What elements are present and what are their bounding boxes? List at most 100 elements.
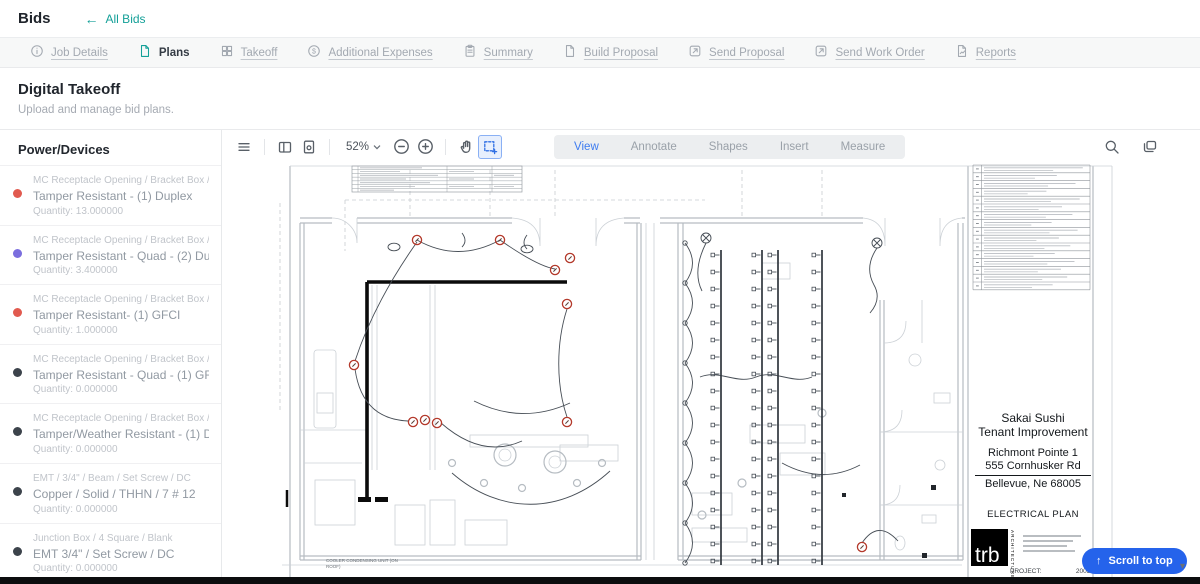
tab-summary[interactable]: Summary (463, 44, 533, 61)
tab-additional-expenses[interactable]: $ Additional Expenses (307, 44, 432, 61)
tab-label: Reports (976, 47, 1016, 59)
list-item[interactable]: MC Receptacle Opening / Bracket Box / Sn… (0, 344, 221, 404)
tab-job-details[interactable]: Job Details (30, 44, 108, 61)
item-label: Tamper Resistant - (1) Duplex (33, 189, 209, 205)
search-icon (1104, 139, 1120, 155)
comments-panel-button[interactable] (1138, 135, 1162, 159)
tab-label: Job Details (51, 47, 108, 59)
list-item[interactable]: MC Receptacle Opening / Bracket Box / Sn… (0, 165, 221, 225)
mode-tab-annotate[interactable]: Annotate (615, 137, 693, 157)
plan-viewer: 52% ViewAnnotateShapesInsertMeasure (222, 130, 1200, 577)
tab-plans[interactable]: Plans (138, 44, 190, 61)
list-item[interactable]: EMT / 3/4" / Beam / Set Screw / DCCopper… (0, 463, 221, 523)
item-color-dot (13, 189, 22, 198)
page-preview-button[interactable] (297, 135, 321, 159)
mode-tab-view[interactable]: View (558, 137, 615, 157)
page-icon (138, 44, 152, 61)
toolbar-divider (264, 139, 265, 155)
page-title: Bids (18, 10, 51, 27)
tab-send-proposal[interactable]: Send Proposal (688, 44, 784, 61)
zoom-in-icon (417, 138, 434, 155)
project-number-row: PROJECT: 20034 (1010, 568, 1094, 575)
back-to-all-bids-link[interactable]: ← All Bids (85, 12, 146, 26)
scrollbar-down-arrow[interactable]: ▾ (1180, 561, 1185, 572)
toolbar-divider (329, 139, 330, 155)
trb-logo: trb (971, 529, 1008, 566)
titleblock-client: Sakai Sushi (975, 412, 1091, 426)
tab-label: Takeoff (241, 47, 278, 59)
tab-build-proposal[interactable]: Build Proposal (563, 44, 658, 61)
tab-label: Additional Expenses (328, 47, 432, 59)
page-icon (563, 44, 577, 61)
search-button[interactable] (1100, 135, 1124, 159)
plan-canvas[interactable]: Sakai Sushi Tenant Improvement Richmont … (222, 163, 1200, 577)
bottom-edge-strip (0, 577, 1200, 584)
grid-icon (220, 44, 234, 61)
side-panel-toggle-button[interactable] (273, 135, 297, 159)
sheet-title-block: Sakai Sushi Tenant Improvement Richmont … (975, 412, 1091, 520)
item-label: Tamper/Weather Resistant - (1) Duplex wi… (33, 427, 209, 443)
send-box-icon (688, 44, 702, 61)
list-item[interactable]: MC Receptacle Opening / Bracket Box / Sn… (0, 225, 221, 285)
back-arrow-icon: ← (85, 12, 99, 26)
tab-takeoff[interactable]: Takeoff (220, 44, 278, 61)
item-label: Tamper Resistant - Quad - (2) Duplex (33, 249, 209, 265)
zoom-out-icon (393, 138, 410, 155)
thumbnails-menu-button[interactable] (232, 135, 256, 159)
titleblock-address-3: Bellevue, Ne 68005 (975, 476, 1091, 491)
marquee-select-icon (482, 139, 498, 155)
titleblock-address-2: 555 Cornhusker Rd (975, 460, 1091, 476)
info-circle-icon (30, 44, 44, 61)
item-label: Tamper Resistant- (1) GFCI (33, 308, 209, 324)
list-item[interactable]: MC Receptacle Opening / Bracket Box / Sn… (0, 403, 221, 463)
takeoff-items-list: MC Receptacle Opening / Bracket Box / Sn… (0, 165, 221, 577)
svg-text:$: $ (313, 49, 317, 56)
architect-logo-block: trb ARCHITECTURE (971, 529, 1093, 569)
dollar-circle-icon: $ (307, 44, 321, 61)
section-title: Digital Takeoff (18, 81, 1182, 98)
item-color-dot (13, 368, 22, 377)
item-quantity: Quantity: 13.000000 (33, 206, 209, 217)
cooler-note-label: COOLER CONDENSING UNIT (ON ROOF) (326, 558, 398, 569)
scroll-to-top-button[interactable]: ↑ Scroll to top (1082, 548, 1187, 574)
item-label: Tamper Resistant - Quad - (1) GFCI + (1)… (33, 368, 209, 384)
tab-send-work-order[interactable]: Send Work Order (814, 44, 924, 61)
mode-tab-shapes[interactable]: Shapes (693, 137, 764, 157)
zoom-out-button[interactable] (389, 135, 413, 159)
item-color-dot (13, 487, 22, 496)
marquee-select-tool-button[interactable] (478, 135, 502, 159)
zoom-in-button[interactable] (413, 135, 437, 159)
architect-address-lines (1023, 535, 1081, 555)
item-category: MC Receptacle Opening / Bracket Box / Sn… (33, 353, 209, 366)
comments-icon (1142, 139, 1158, 155)
trb-logo-vertical-text: ARCHITECTURE (1010, 530, 1015, 566)
item-color-dot (13, 249, 22, 258)
scroll-to-top-label: Scroll to top (1109, 555, 1173, 567)
item-color-dot (13, 547, 22, 556)
back-link-label: All Bids (106, 12, 146, 26)
list-item[interactable]: Junction Box / 4 Square / BlankEMT 3/4" … (0, 523, 221, 577)
zoom-level-dropdown[interactable]: 52% (346, 141, 381, 153)
titleblock-address-1: Richmont Pointe 1 (975, 447, 1091, 460)
toolbar-divider (445, 139, 446, 155)
tab-reports[interactable]: Reports (955, 44, 1016, 61)
tab-label: Send Work Order (835, 47, 924, 59)
chevron-down-icon (373, 143, 381, 151)
list-item[interactable]: MC Receptacle Opening / Bracket Box / Sn… (0, 284, 221, 344)
toolbar-right-icons (1100, 135, 1162, 159)
item-category: MC Receptacle Opening / Bracket Box / Sn… (33, 412, 209, 425)
tab-label: Plans (159, 47, 190, 59)
item-quantity: Quantity: 1.000000 (33, 325, 209, 336)
pan-tool-button[interactable] (454, 135, 478, 159)
tab-label: Send Proposal (709, 47, 784, 59)
clipboard-icon (463, 44, 477, 61)
viewer-toolbar: 52% ViewAnnotateShapesInsertMeasure (222, 130, 1200, 163)
mode-tab-insert[interactable]: Insert (764, 137, 825, 157)
page-preview-icon (301, 139, 317, 155)
bid-tabs-nav: Job Details Plans Takeoff $ Additional Expen… (0, 38, 1200, 68)
item-quantity: Quantity: 0.000000 (33, 563, 209, 574)
mode-tab-measure[interactable]: Measure (825, 137, 902, 157)
item-color-dot (13, 427, 22, 436)
tab-label: Build Proposal (584, 47, 658, 59)
item-quantity: Quantity: 3.400000 (33, 265, 209, 276)
